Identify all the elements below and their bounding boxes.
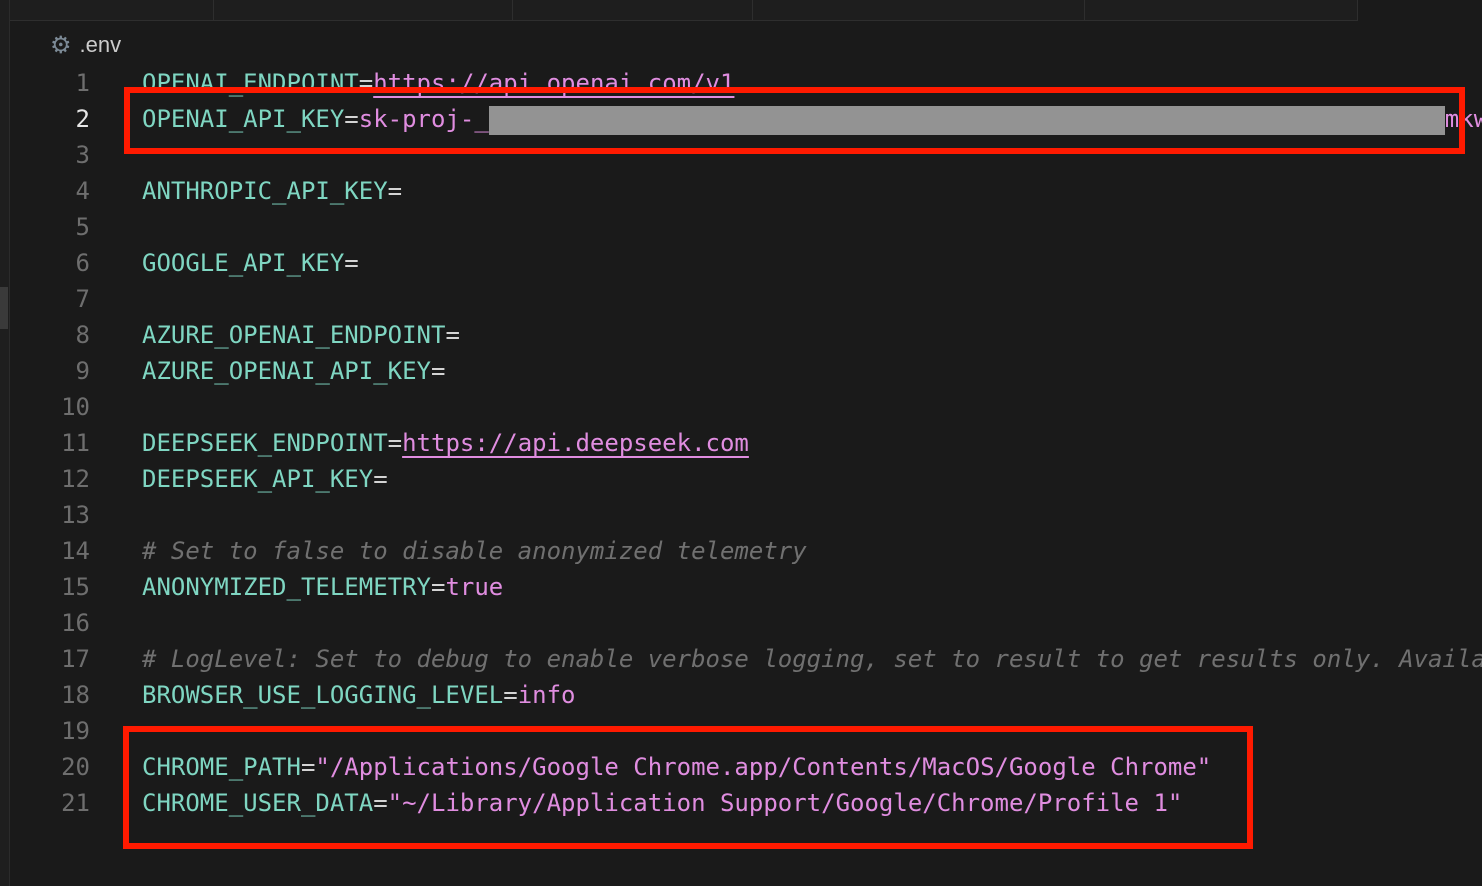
line-number: 3 bbox=[75, 141, 90, 169]
line-code: ANONYMIZED_TELEMETRY=true bbox=[142, 569, 503, 605]
line-number: 18 bbox=[61, 681, 90, 709]
breadcrumb[interactable]: ⚙ .env bbox=[50, 31, 121, 59]
line-number: 13 bbox=[61, 501, 90, 529]
code-line[interactable]: 10 bbox=[0, 389, 1482, 425]
code-line[interactable]: 13 bbox=[0, 497, 1482, 533]
equals-sign: = bbox=[503, 681, 518, 709]
equals-sign: = bbox=[373, 465, 388, 493]
code-line[interactable]: 5 bbox=[0, 209, 1482, 245]
env-key: DEEPSEEK_API_KEY bbox=[142, 465, 374, 493]
code-line[interactable]: 14 # Set to false to disable anonymized t… bbox=[0, 533, 1482, 569]
line-number: 20 bbox=[61, 753, 90, 781]
env-key: DEEPSEEK_ENDPOINT bbox=[142, 429, 388, 457]
line-number: 16 bbox=[61, 609, 90, 637]
line-number: 8 bbox=[75, 321, 90, 349]
line-number: 12 bbox=[61, 465, 90, 493]
editor-tab[interactable] bbox=[213, 0, 513, 20]
line-number: 11 bbox=[61, 429, 90, 457]
highlight-box-chrome-paths bbox=[123, 726, 1253, 849]
code-line[interactable]: 17 # LogLevel: Set to debug to enable ver… bbox=[0, 641, 1482, 677]
env-value: info bbox=[517, 681, 576, 709]
line-code: AZURE_OPENAI_API_KEY= bbox=[142, 353, 445, 389]
line-code: BROWSER_USE_LOGGING_LEVEL=info bbox=[142, 677, 575, 713]
line-number: 7 bbox=[75, 285, 90, 313]
code-line[interactable]: 11 DEEPSEEK_ENDPOINT=https://api.deepseek… bbox=[0, 425, 1482, 461]
line-number: 4 bbox=[75, 177, 90, 205]
line-number: 9 bbox=[75, 357, 90, 385]
editor-tab[interactable] bbox=[512, 0, 753, 20]
line-number: 1 bbox=[75, 69, 90, 97]
comment: # LogLevel: Set to debug to enable verbo… bbox=[142, 645, 1482, 673]
code-line[interactable]: 9 AZURE_OPENAI_API_KEY= bbox=[0, 353, 1482, 389]
env-key: BROWSER_USE_LOGGING_LEVEL bbox=[142, 681, 504, 709]
line-code: AZURE_OPENAI_ENDPOINT= bbox=[142, 317, 460, 353]
line-number: 19 bbox=[61, 717, 90, 745]
code-line[interactable]: 18 BROWSER_USE_LOGGING_LEVEL=info bbox=[0, 677, 1482, 713]
breadcrumb-file: .env bbox=[79, 32, 122, 57]
equals-sign: = bbox=[445, 321, 460, 349]
line-number: 5 bbox=[75, 213, 90, 241]
line-code: DEEPSEEK_API_KEY= bbox=[142, 461, 388, 497]
env-key: ANTHROPIC_API_KEY bbox=[142, 177, 388, 205]
line-code: # LogLevel: Set to debug to enable verbo… bbox=[142, 641, 1482, 677]
env-key: AZURE_OPENAI_ENDPOINT bbox=[142, 321, 446, 349]
line-number: 10 bbox=[61, 393, 90, 421]
equals-sign: = bbox=[344, 249, 359, 277]
line-code: ANTHROPIC_API_KEY= bbox=[142, 173, 402, 209]
code-editor[interactable]: 1 OPENAI_ENDPOINT=https://api.openai.com/… bbox=[0, 65, 1482, 821]
env-url-link[interactable]: https://api.deepseek.com bbox=[402, 429, 749, 457]
env-key: ANONYMIZED_TELEMETRY bbox=[142, 573, 431, 601]
env-key: AZURE_OPENAI_API_KEY bbox=[142, 357, 431, 385]
code-line[interactable]: 8 AZURE_OPENAI_ENDPOINT= bbox=[0, 317, 1482, 353]
equals-sign: = bbox=[387, 429, 403, 457]
gear-icon: ⚙ bbox=[50, 31, 72, 59]
line-number: 21 bbox=[61, 789, 90, 817]
line-code: GOOGLE_API_KEY= bbox=[142, 245, 359, 281]
line-number: 15 bbox=[61, 573, 90, 601]
equals-sign: = bbox=[430, 357, 446, 385]
code-line[interactable]: 15 ANONYMIZED_TELEMETRY=true bbox=[0, 569, 1482, 605]
tab-bar bbox=[10, 0, 1358, 21]
code-line[interactable]: 6 GOOGLE_API_KEY= bbox=[0, 245, 1482, 281]
env-value: true bbox=[445, 573, 504, 601]
line-number: 6 bbox=[75, 249, 90, 277]
editor-tab[interactable] bbox=[1084, 0, 1358, 20]
highlight-box-api-key bbox=[124, 87, 1465, 154]
line-number: 17 bbox=[61, 645, 90, 673]
env-key: GOOGLE_API_KEY bbox=[142, 249, 345, 277]
code-line[interactable]: 16 bbox=[0, 605, 1482, 641]
comment: # Set to false to disable anonymized tel… bbox=[142, 537, 807, 565]
code-line[interactable]: 4 ANTHROPIC_API_KEY= bbox=[0, 173, 1482, 209]
line-code: DEEPSEEK_ENDPOINT=https://api.deepseek.c… bbox=[142, 425, 749, 461]
equals-sign: = bbox=[430, 573, 446, 601]
editor-tab[interactable] bbox=[10, 0, 214, 20]
equals-sign: = bbox=[387, 177, 403, 205]
code-line[interactable]: 12 DEEPSEEK_API_KEY= bbox=[0, 461, 1482, 497]
code-line[interactable]: 7 bbox=[0, 281, 1482, 317]
editor-tab[interactable] bbox=[752, 0, 1085, 20]
line-number: 14 bbox=[61, 537, 90, 565]
line-number: 2 bbox=[75, 105, 90, 133]
line-code: # Set to false to disable anonymized tel… bbox=[142, 533, 807, 569]
